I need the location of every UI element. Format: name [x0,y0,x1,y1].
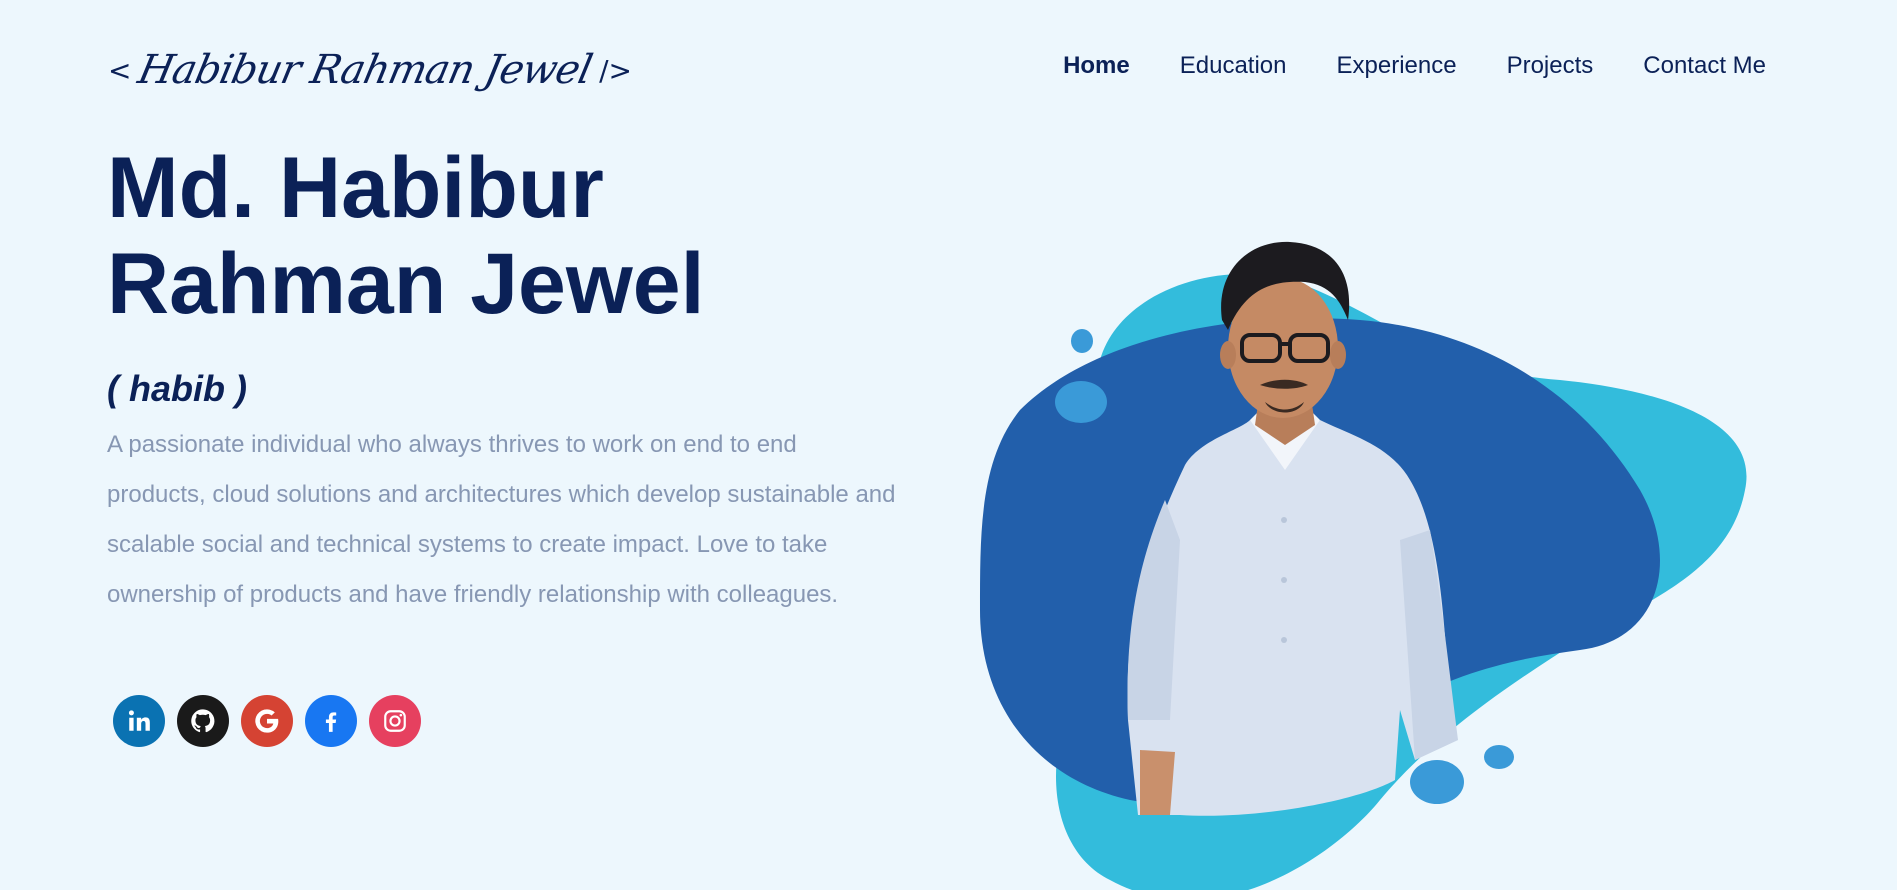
main-nav: Home Education Experience Projects Conta… [1063,52,1766,80]
hero-illustration [980,241,1747,890]
linkedin-icon[interactable] [113,695,165,747]
nav-experience[interactable]: Experience [1337,52,1457,80]
logo-open-bracket: < [108,53,132,87]
logo-signature: Habibur Rahman Jewel [134,47,596,93]
google-icon[interactable] [241,695,293,747]
bubble [1410,760,1464,804]
nav-home[interactable]: Home [1063,52,1130,80]
logo-close-bracket: /> [599,53,633,87]
nav-projects[interactable]: Projects [1507,52,1594,80]
social-links [113,695,421,747]
nav-education[interactable]: Education [1180,52,1287,80]
nav-contact-me[interactable]: Contact Me [1643,52,1766,80]
bubble [1055,381,1107,423]
hero-bio: A passionate individual who always thriv… [107,431,896,608]
hero-nickname: ( habib ) [107,368,247,409]
facebook-icon[interactable] [305,695,357,747]
instagram-icon[interactable] [369,695,421,747]
bubble [1071,329,1093,353]
hero-name: Md. Habibur Rahman Jewel [107,140,907,332]
hero-name-line1: Md. Habibur [107,140,604,236]
site-logo[interactable]: < Habibur Rahman Jewel /> [108,40,632,100]
github-icon[interactable] [177,695,229,747]
bubble [1484,745,1514,769]
hero-name-line2: Rahman Jewel [107,236,705,332]
